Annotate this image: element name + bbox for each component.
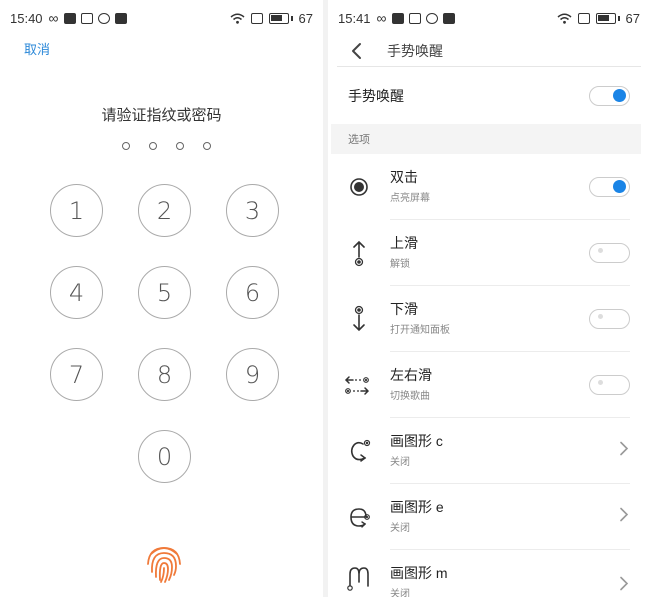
- play-icon: [114, 12, 127, 24]
- key-8[interactable]: 8: [138, 348, 191, 401]
- list-item[interactable]: 画图形 c 关闭: [328, 418, 650, 484]
- list-item[interactable]: 左右滑 切换歌曲: [328, 352, 650, 418]
- gesture-settings-screen: 15:41 ∞ 67 手势唤醒 手势唤醒 选项 双击 点亮屏幕 上滑 解锁 下滑…: [328, 0, 650, 597]
- chevron-right-icon[interactable]: [618, 507, 630, 522]
- passcode-dots: [122, 142, 211, 150]
- key-7[interactable]: 7: [50, 348, 103, 401]
- battery-level: 67: [298, 10, 313, 26]
- item-subtitle: 关闭: [390, 589, 410, 597]
- gesture-wake-toggle[interactable]: [589, 86, 630, 106]
- draw-m-icon: [347, 567, 369, 591]
- image-icon: [408, 12, 421, 24]
- app-header: 手势唤醒: [337, 36, 641, 67]
- key-9[interactable]: 9: [226, 348, 279, 401]
- status-time: 15:41: [338, 10, 371, 26]
- list-item[interactable]: 下滑 打开通知面板: [328, 286, 650, 352]
- list-item[interactable]: 上滑 解锁: [328, 220, 650, 286]
- wifi-icon: [230, 13, 245, 24]
- swipe-up-toggle[interactable]: [589, 243, 630, 263]
- battery-icon: [595, 12, 616, 24]
- item-subtitle: 关闭: [390, 523, 410, 534]
- key-3[interactable]: 3: [226, 184, 279, 237]
- item-subtitle: 点亮屏幕: [390, 193, 430, 204]
- swipe-up-icon: [353, 240, 365, 267]
- fingerprint-icon[interactable]: [143, 542, 185, 584]
- mail-icon: [391, 12, 404, 24]
- passcode-dot: [176, 142, 184, 150]
- swipe-left-right-icon: [344, 376, 370, 395]
- item-title: 画图形 e: [390, 499, 444, 515]
- cancel-button[interactable]: 取消: [24, 39, 50, 58]
- chevron-right-icon[interactable]: [618, 576, 630, 591]
- item-title: 左右滑: [390, 367, 432, 383]
- item-title: 下滑: [390, 301, 418, 317]
- play-icon: [442, 12, 455, 24]
- item-title: 上滑: [390, 235, 418, 251]
- screen-rotate-icon: [577, 12, 590, 24]
- check-icon: [97, 12, 110, 24]
- passcode-dot: [149, 142, 157, 150]
- item-subtitle: 关闭: [390, 457, 410, 468]
- image-icon: [80, 12, 93, 24]
- battery-icon: [268, 12, 289, 24]
- swipe-down-toggle[interactable]: [589, 309, 630, 329]
- list-item[interactable]: 画图形 m 关闭: [328, 550, 650, 597]
- status-bar: 15:40 ∞ 67: [0, 0, 323, 36]
- status-time: 15:40: [10, 10, 43, 26]
- swipe-left-right-toggle[interactable]: [589, 375, 630, 395]
- wifi-icon: [557, 13, 572, 24]
- key-1[interactable]: 1: [50, 184, 103, 237]
- section-header: 选项: [331, 124, 641, 154]
- gesture-wake-row[interactable]: 手势唤醒: [348, 77, 630, 115]
- item-title: 画图形 c: [390, 433, 443, 449]
- draw-c-icon: [350, 439, 371, 462]
- item-subtitle: 打开通知面板: [390, 325, 450, 336]
- battery-level: 67: [625, 10, 640, 26]
- verify-prompt: 请验证指纹或密码: [101, 107, 222, 124]
- lock-screen: 15:40 ∞ 67 取消 请验证指纹或密码 1 2 3 4 5 6 7 8 9…: [0, 0, 323, 597]
- key-0[interactable]: 0: [138, 430, 191, 483]
- double-tap-toggle[interactable]: [589, 177, 630, 197]
- gesture-wake-label: 手势唤醒: [348, 88, 404, 104]
- passcode-dot: [122, 142, 130, 150]
- status-bar: 15:41 ∞ 67: [328, 0, 650, 36]
- key-2[interactable]: 2: [138, 184, 191, 237]
- list-item[interactable]: 画图形 e 关闭: [328, 484, 650, 550]
- mail-icon: [63, 12, 76, 24]
- infinity-icon: ∞: [376, 10, 387, 26]
- item-subtitle: 解锁: [390, 259, 410, 270]
- item-title: 画图形 m: [390, 565, 448, 581]
- key-5[interactable]: 5: [138, 266, 191, 319]
- item-title: 双击: [390, 169, 418, 185]
- key-6[interactable]: 6: [226, 266, 279, 319]
- infinity-icon: ∞: [48, 10, 59, 26]
- swipe-down-icon: [353, 305, 365, 332]
- double-tap-icon: [350, 178, 368, 196]
- draw-e-icon: [350, 508, 370, 528]
- screen-rotate-icon: [250, 12, 263, 24]
- key-4[interactable]: 4: [50, 266, 103, 319]
- passcode-dot: [203, 142, 211, 150]
- back-arrow-icon[interactable]: [347, 41, 367, 61]
- check-icon: [425, 12, 438, 24]
- list-item[interactable]: 双击 点亮屏幕: [328, 154, 650, 220]
- item-subtitle: 切换歌曲: [390, 391, 430, 402]
- chevron-right-icon[interactable]: [618, 441, 630, 456]
- page-title: 手势唤醒: [387, 43, 443, 59]
